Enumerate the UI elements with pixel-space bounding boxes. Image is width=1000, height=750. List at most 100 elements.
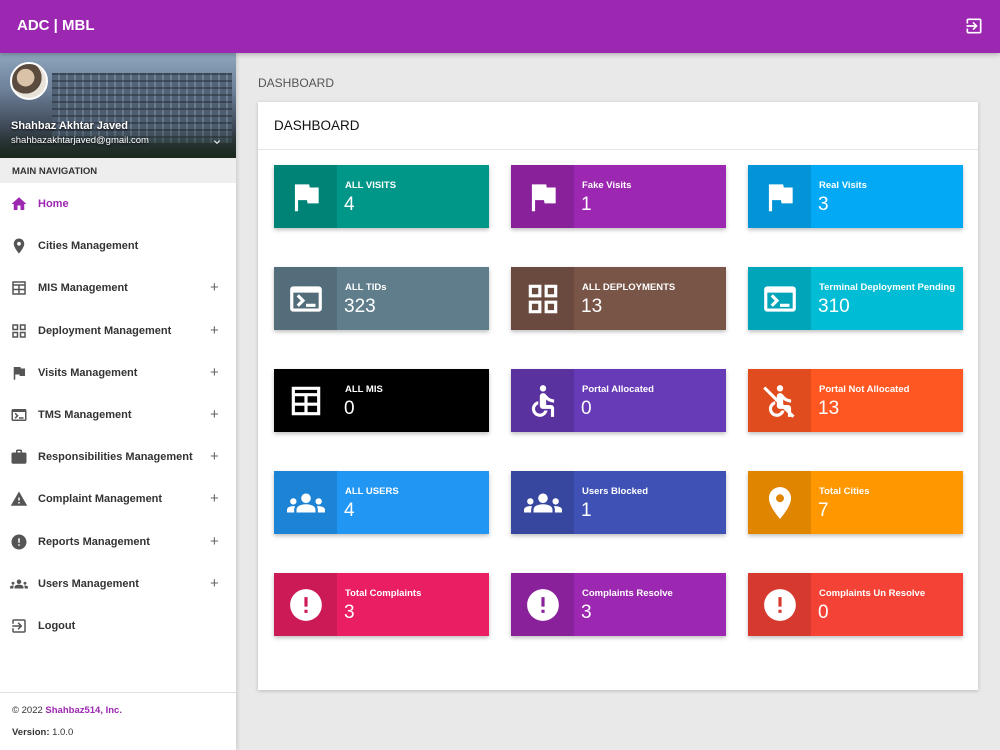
sidebar-item-label: TMS Management: [38, 409, 132, 422]
info-box-complaints-un-resolve[interactable]: Complaints Un Resolve 0: [748, 573, 963, 636]
info-box-all-visits[interactable]: ALL VISITS 4: [274, 165, 489, 228]
info-box-label: Portal Allocated: [582, 384, 654, 395]
version-label: Version:: [12, 727, 50, 738]
card-title: DASHBOARD: [258, 102, 978, 150]
info-box-all-deployments[interactable]: ALL DEPLOYMENTS 13: [511, 267, 726, 330]
info-box-value: 1: [581, 194, 592, 215]
warning-icon: [10, 490, 28, 508]
terminal-icon: [10, 406, 28, 424]
info-box-value: 0: [581, 398, 592, 419]
sidebar-item-logout[interactable]: Logout: [0, 605, 236, 647]
expand-plus-icon[interactable]: +: [210, 575, 219, 592]
sidebar-menu: Home Cities Management MIS Management + Depl…: [0, 183, 236, 647]
user-name: Shahbaz Akhtar Javed: [11, 120, 128, 132]
info-box-total-complaints[interactable]: Total Complaints 3: [274, 573, 489, 636]
info-box-label: ALL TIDs: [345, 282, 387, 293]
info-box-portal-allocated[interactable]: Portal Allocated 0: [511, 369, 726, 432]
expand-plus-icon[interactable]: +: [210, 533, 219, 550]
info-box-value: 13: [581, 296, 603, 317]
sidebar-item-label: Reports Management: [38, 535, 150, 548]
sidebar-item-mis-management[interactable]: MIS Management +: [0, 267, 236, 309]
sidebar-item-reports-management[interactable]: Reports Management +: [0, 521, 236, 563]
alert-circle-icon: [10, 533, 28, 551]
user-info-panel: Shahbaz Akhtar Javed shahbazakhtarjaved@…: [0, 53, 236, 158]
info-box-label: Real Visits: [819, 180, 867, 191]
sidebar-item-label: Cities Management: [38, 240, 139, 253]
info-box-terminal-deployment-pending[interactable]: Terminal Deployment Pending 310: [748, 267, 963, 330]
briefcase-icon: [10, 448, 28, 466]
copyright-text: © 2022: [12, 705, 46, 716]
expand-plus-icon[interactable]: +: [210, 364, 219, 381]
company-link[interactable]: Shahbaz514, Inc.: [45, 705, 122, 716]
sidebar-item-label: Responsibilities Management: [38, 451, 193, 464]
info-box-portal-not-allocated[interactable]: Portal Not Allocated 13: [748, 369, 963, 432]
top-navbar: ADC | MBL: [0, 0, 1000, 53]
flag-icon: [511, 165, 574, 228]
info-box-complaints-resolve[interactable]: Complaints Resolve 3: [511, 573, 726, 636]
sidebar-footer: © 2022 Shahbaz514, Inc. Version: 1.0.0: [0, 692, 236, 750]
sidebar-item-users-management[interactable]: Users Management +: [0, 563, 236, 605]
info-box-all-mis[interactable]: ALL MIS 0: [274, 369, 489, 432]
sidebar-item-cities-management[interactable]: Cities Management: [0, 225, 236, 267]
avatar[interactable]: [10, 62, 48, 100]
expand-plus-icon[interactable]: +: [210, 279, 219, 296]
brand-title[interactable]: ADC | MBL: [17, 17, 95, 34]
sidebar-item-responsibilities-management[interactable]: Responsibilities Management +: [0, 436, 236, 478]
sidebar-item-label: Logout: [38, 619, 76, 632]
flag-icon: [748, 165, 811, 228]
info-box-label: Portal Not Allocated: [819, 384, 910, 395]
table-icon: [10, 279, 28, 297]
info-box-label: Complaints Resolve: [582, 588, 673, 599]
sidebar-item-label: Users Management: [38, 577, 139, 590]
sidebar-item-home[interactable]: Home: [0, 183, 236, 225]
sidebar-item-complaint-management[interactable]: Complaint Management +: [0, 478, 236, 520]
info-box-label: ALL VISITS: [345, 180, 397, 191]
accessible-icon: [511, 369, 574, 432]
info-box-label: ALL USERS: [345, 486, 399, 497]
alert-circle-icon: [511, 573, 574, 636]
flag-icon: [10, 364, 28, 382]
info-box-value: 3: [581, 602, 592, 623]
info-box-real-visits[interactable]: Real Visits 3: [748, 165, 963, 228]
info-box-value: 1: [581, 500, 592, 521]
info-box-label: Total Complaints: [345, 588, 422, 599]
breadcrumb: DASHBOARD: [258, 76, 335, 90]
info-box-all-tids[interactable]: ALL TIDs 323: [274, 267, 489, 330]
info-box-users-blocked[interactable]: Users Blocked 1: [511, 471, 726, 534]
info-box-all-users[interactable]: ALL USERS 4: [274, 471, 489, 534]
user-email: shahbazakhtarjaved@gmail.com: [11, 135, 149, 146]
info-box-value: 4: [344, 500, 355, 521]
info-box-value: 323: [344, 296, 376, 317]
expand-plus-icon[interactable]: +: [210, 322, 219, 339]
info-box-label: Fake Visits: [582, 180, 632, 191]
sidebar-item-tms-management[interactable]: TMS Management +: [0, 394, 236, 436]
info-box-value: 4: [344, 194, 355, 215]
terminal-icon: [748, 267, 811, 330]
sidebar-item-label: Deployment Management: [38, 324, 172, 337]
info-box-value: 0: [818, 602, 829, 623]
location-pin-icon: [10, 237, 28, 255]
info-box-label: ALL MIS: [345, 384, 383, 395]
sidebar: Shahbaz Akhtar Javed shahbazakhtarjaved@…: [0, 53, 236, 750]
expand-plus-icon[interactable]: +: [210, 490, 219, 507]
version-value: 1.0.0: [49, 727, 74, 738]
grid-icon: [10, 322, 28, 340]
info-box-fake-visits[interactable]: Fake Visits 1: [511, 165, 726, 228]
chevron-down-icon[interactable]: [211, 136, 223, 148]
sidebar-item-label: Visits Management: [38, 366, 138, 379]
info-box-total-cities[interactable]: Total Cities 7: [748, 471, 963, 534]
info-box-label: ALL DEPLOYMENTS: [582, 282, 676, 293]
logout-icon[interactable]: [964, 16, 984, 36]
grid-icon: [511, 267, 574, 330]
group-icon: [10, 575, 28, 593]
sidebar-item-deployment-management[interactable]: Deployment Management +: [0, 310, 236, 352]
info-box-value: 13: [818, 398, 840, 419]
expand-plus-icon[interactable]: +: [210, 406, 219, 423]
flag-icon: [274, 165, 337, 228]
logout-icon: [10, 617, 28, 635]
info-box-value: 7: [818, 500, 829, 521]
info-box-value: 3: [818, 194, 829, 215]
expand-plus-icon[interactable]: +: [210, 448, 219, 465]
group-icon: [511, 471, 574, 534]
sidebar-item-visits-management[interactable]: Visits Management +: [0, 352, 236, 394]
